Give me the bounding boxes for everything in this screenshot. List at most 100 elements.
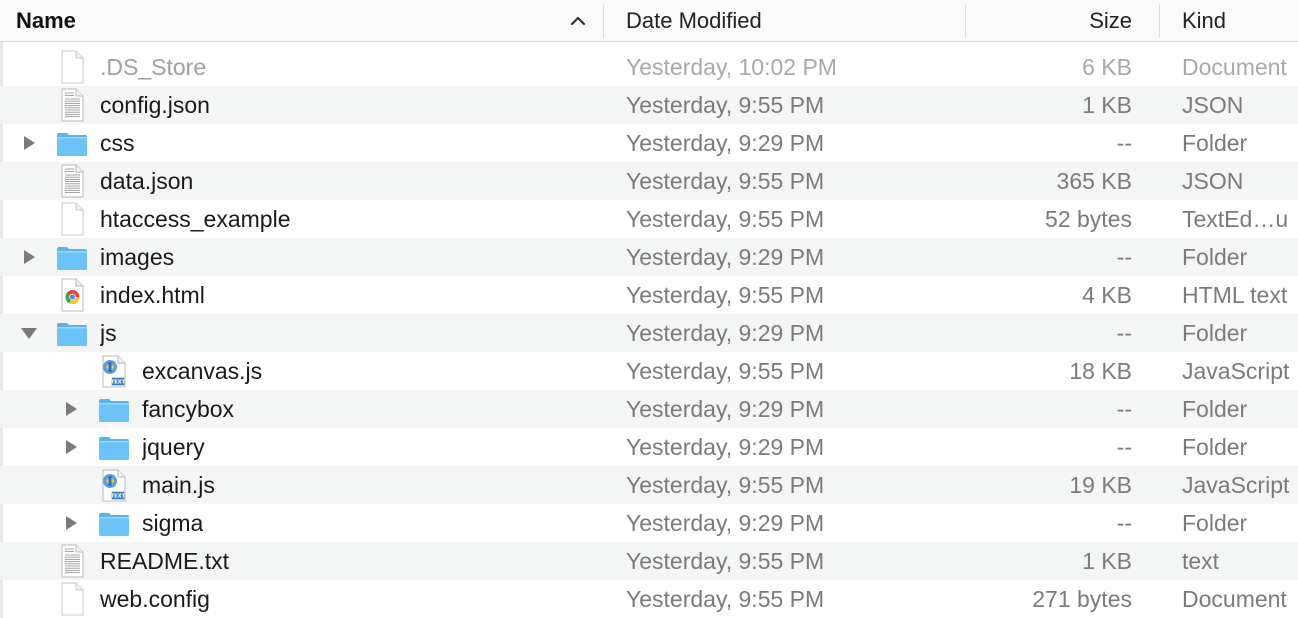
svg-text:TEXT: TEXT (111, 494, 126, 500)
file-kind: Folder (1182, 510, 1248, 536)
file-row[interactable]: images Yesterday, 9:29 PM -- Folder (0, 238, 1298, 276)
column-divider[interactable] (603, 4, 604, 38)
text-document-icon (56, 164, 88, 198)
file-kind: TextEd…u (1182, 206, 1289, 232)
file-date-modified: Yesterday, 9:29 PM (626, 510, 825, 536)
file-date-modified: Yesterday, 9:29 PM (626, 244, 825, 270)
file-name: jquery (142, 434, 205, 460)
file-size: 18 KB (1069, 358, 1132, 384)
disclosure-triangle-right-icon[interactable] (20, 134, 38, 152)
file-row[interactable]: fancybox Yesterday, 9:29 PM -- Folder (0, 390, 1298, 428)
file-size: 1 KB (1082, 92, 1132, 118)
file-date-modified: Yesterday, 9:55 PM (626, 282, 825, 308)
file-size: 19 KB (1069, 472, 1132, 498)
html-document-icon (56, 278, 88, 312)
file-row[interactable]: data.json Yesterday, 9:55 PM 365 KB JSON (0, 162, 1298, 200)
file-kind: JSON (1182, 168, 1244, 194)
file-name: css (100, 130, 135, 156)
file-row[interactable]: config.json Yesterday, 9:55 PM 1 KB JSON (0, 86, 1298, 124)
disclosure-triangle-right-icon[interactable] (62, 438, 80, 456)
file-size: -- (1116, 434, 1132, 460)
file-name: excanvas.js (142, 358, 263, 384)
folder-icon (56, 316, 88, 350)
file-row[interactable]: sigma Yesterday, 9:29 PM -- Folder (0, 504, 1298, 542)
file-row[interactable]: TEXT excanvas.js Yesterday, 9:55 PM 18 KB Ja… (0, 352, 1298, 390)
file-date-modified: Yesterday, 9:55 PM (626, 92, 825, 118)
file-date-modified: Yesterday, 9:55 PM (626, 586, 825, 612)
file-row[interactable]: web.config Yesterday, 9:55 PM 271 bytes Doc… (0, 580, 1298, 618)
sort-ascending-icon[interactable] (568, 11, 588, 31)
file-kind: Folder (1182, 320, 1248, 346)
file-date-modified: Yesterday, 9:55 PM (626, 168, 825, 194)
file-name: README.txt (100, 548, 230, 574)
column-header-date-modified[interactable]: Date Modified (626, 0, 762, 42)
finder-list-view: Name Date Modified Size Kind .DS_Store Ye… (0, 0, 1298, 618)
file-name: fancybox (142, 396, 235, 422)
file-date-modified: Yesterday, 10:02 PM (626, 54, 837, 80)
folder-icon (98, 430, 130, 464)
file-size: 6 KB (1082, 54, 1132, 80)
file-date-modified: Yesterday, 9:29 PM (626, 396, 825, 422)
file-kind: JavaScript (1182, 472, 1290, 498)
file-row[interactable]: .DS_Store Yesterday, 10:02 PM 6 KB Document (0, 48, 1298, 86)
blank-document-icon (56, 202, 88, 236)
folder-icon (98, 506, 130, 540)
file-row[interactable]: htaccess_example Yesterday, 9:55 PM 52 byt… (0, 200, 1298, 238)
file-date-modified: Yesterday, 9:29 PM (626, 320, 825, 346)
file-kind: Document (1182, 586, 1287, 612)
file-name: sigma (142, 510, 204, 536)
file-size: -- (1116, 130, 1132, 156)
file-date-modified: Yesterday, 9:55 PM (626, 472, 825, 498)
file-date-modified: Yesterday, 9:55 PM (626, 548, 825, 574)
file-size: -- (1116, 396, 1132, 422)
file-name: config.json (100, 92, 210, 118)
folder-icon (56, 126, 88, 160)
file-size: 365 KB (1056, 168, 1132, 194)
file-list: .DS_Store Yesterday, 10:02 PM 6 KB Document… (0, 48, 1298, 618)
file-name: htaccess_example (100, 206, 291, 232)
column-divider[interactable] (1159, 4, 1160, 38)
file-row[interactable]: js Yesterday, 9:29 PM -- Folder (0, 314, 1298, 352)
javascript-document-icon: TEXT (98, 354, 130, 388)
javascript-document-icon: TEXT (98, 468, 130, 502)
file-kind: text (1182, 548, 1220, 574)
file-row[interactable]: TEXT main.js Yesterday, 9:55 PM 19 KB JavaSc… (0, 466, 1298, 504)
file-name: images (100, 244, 175, 270)
blank-document-icon (56, 582, 88, 616)
file-row[interactable]: jquery Yesterday, 9:29 PM -- Folder (0, 428, 1298, 466)
file-date-modified: Yesterday, 9:29 PM (626, 130, 825, 156)
file-name: main.js (142, 472, 215, 498)
file-kind: Folder (1182, 130, 1248, 156)
file-name: data.json (100, 168, 194, 194)
file-kind: Folder (1182, 434, 1248, 460)
disclosure-triangle-right-icon[interactable] (20, 248, 38, 266)
file-size: 52 bytes (1045, 206, 1132, 232)
file-kind: JavaScript (1182, 358, 1290, 384)
column-header-name[interactable]: Name (16, 0, 76, 42)
file-name: .DS_Store (100, 54, 207, 80)
file-name: index.html (100, 282, 205, 308)
disclosure-triangle-right-icon[interactable] (62, 400, 80, 418)
file-row[interactable]: README.txt Yesterday, 9:55 PM 1 KB text (0, 542, 1298, 580)
disclosure-triangle-right-icon[interactable] (62, 514, 80, 532)
file-kind: Folder (1182, 396, 1248, 422)
column-header-size[interactable]: Size (966, 0, 1132, 42)
file-kind: Document (1182, 54, 1287, 80)
file-size: 4 KB (1082, 282, 1132, 308)
file-row[interactable]: index.html Yesterday, 9:55 PM 4 KB HTML tex… (0, 276, 1298, 314)
file-kind: Folder (1182, 244, 1248, 270)
text-document-icon (56, 544, 88, 578)
column-header-kind[interactable]: Kind (1182, 0, 1226, 42)
folder-icon (56, 240, 88, 274)
file-size: -- (1116, 244, 1132, 270)
file-name: js (100, 320, 117, 346)
file-row[interactable]: css Yesterday, 9:29 PM -- Folder (0, 124, 1298, 162)
file-size: -- (1116, 510, 1132, 536)
file-size: 271 bytes (1032, 586, 1132, 612)
disclosure-triangle-down-icon[interactable] (20, 324, 38, 342)
svg-text:TEXT: TEXT (111, 380, 126, 386)
file-name: web.config (100, 586, 210, 612)
file-date-modified: Yesterday, 9:29 PM (626, 434, 825, 460)
file-date-modified: Yesterday, 9:55 PM (626, 206, 825, 232)
blank-document-icon (56, 50, 88, 84)
